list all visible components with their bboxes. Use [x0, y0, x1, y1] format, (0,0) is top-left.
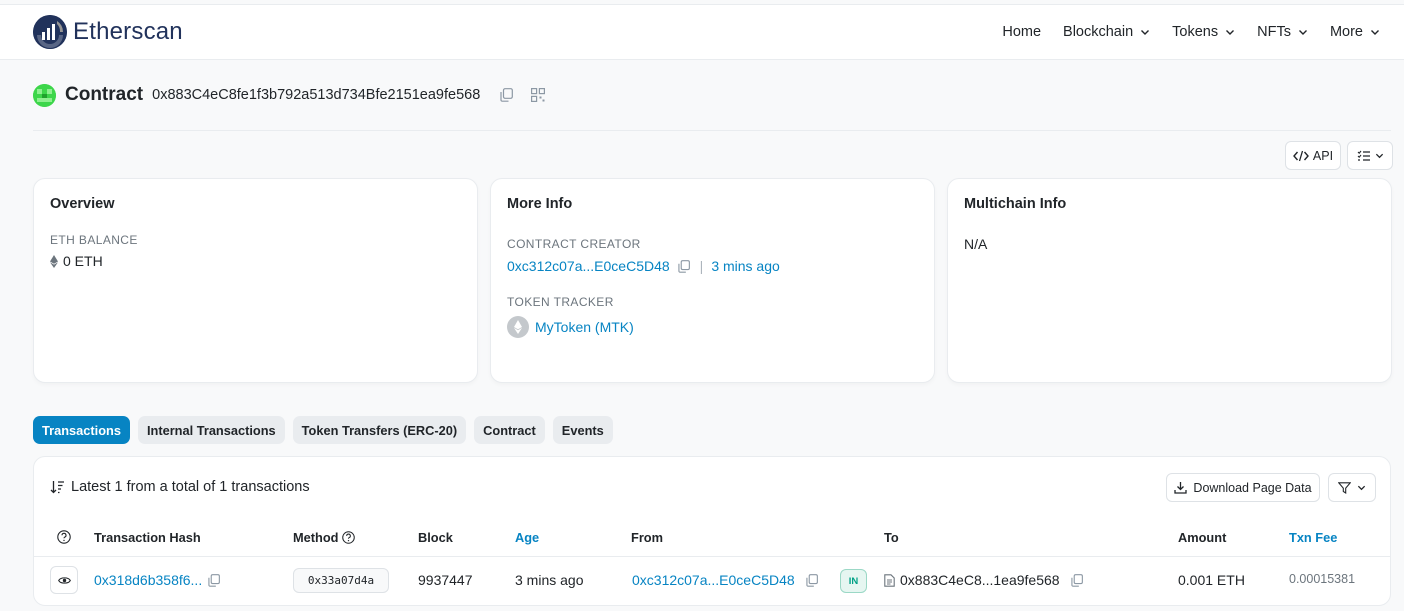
- contract-header: Contract 0x883C4eC8fe1f3b792a513d734Bfe2…: [33, 82, 546, 108]
- filter-icon: [1338, 481, 1351, 494]
- copy-icon[interactable]: [806, 573, 818, 587]
- table-row-to: 0x883C4eC8...1ea9fe568: [884, 572, 1083, 588]
- tab-internal-transactions[interactable]: Internal Transactions: [137, 416, 285, 444]
- etherscan-logo[interactable]: Etherscan: [33, 15, 183, 49]
- checklist-icon: [1357, 150, 1370, 161]
- transactions-summary-text: Latest 1 from a total of 1 transactions: [71, 479, 310, 495]
- page-title: Contract: [65, 84, 144, 105]
- sort-icon: [50, 481, 64, 494]
- from-address-link[interactable]: 0xc312c07a...E0ceC5D48: [632, 572, 795, 588]
- tx-hash-link[interactable]: 0x318d6b358f6...: [94, 572, 202, 588]
- more-info-title: More Info: [507, 196, 573, 212]
- col-block: Block: [418, 530, 453, 545]
- tab-token-transfers[interactable]: Token Transfers (ERC-20): [292, 416, 467, 444]
- col-amount: Amount: [1178, 530, 1227, 545]
- contract-avatar: [33, 83, 56, 107]
- table-row-hash: 0x318d6b358f6...: [94, 572, 221, 588]
- creator-address-link[interactable]: 0xc312c07a...E0ceC5D48: [507, 258, 670, 274]
- nav-nfts-label: NFTs: [1257, 24, 1291, 40]
- transactions-summary: Latest 1 from a total of 1 transactions: [50, 479, 310, 495]
- overview-title: Overview: [50, 196, 115, 212]
- col-method-label: Method: [293, 530, 339, 545]
- col-txn-fee[interactable]: Txn Fee: [1289, 530, 1337, 545]
- nav-home-label: Home: [1002, 24, 1042, 40]
- nav-nfts[interactable]: NFTs: [1257, 24, 1308, 40]
- contract-address[interactable]: 0x883C4eC8fe1f3b792a513d734Bfe2151ea9fe5…: [152, 87, 480, 103]
- tx-fee: 0.00015381: [1289, 572, 1356, 586]
- filter-button[interactable]: [1328, 473, 1376, 502]
- contract-creator-label: CONTRACT CREATOR: [507, 237, 641, 251]
- chevron-down-icon: [1375, 153, 1383, 159]
- eth-balance: 0 ETH: [50, 253, 461, 269]
- code-icon: [1292, 150, 1309, 161]
- chevron-down-icon: [1357, 485, 1366, 491]
- download-label: Download Page Data: [1193, 480, 1312, 495]
- etherscan-logo-icon: [33, 15, 67, 49]
- method-badge: 0x33a07d4a: [293, 568, 389, 593]
- contract-creator: 0xc312c07a...E0ceC5D48 | 3 mins ago: [507, 258, 918, 274]
- qr-code-icon[interactable]: [530, 87, 546, 103]
- nav-tokens[interactable]: Tokens: [1172, 24, 1235, 40]
- table-row-from: 0xc312c07a...E0ceC5D48: [632, 572, 818, 588]
- contract-file-icon: [884, 573, 895, 587]
- col-age[interactable]: Age: [515, 530, 539, 545]
- copy-icon[interactable]: [678, 259, 690, 273]
- more-info-card: More Info CONTRACT CREATOR 0xc312c07a...…: [490, 178, 935, 383]
- eye-icon: [57, 576, 71, 584]
- tx-age: 3 mins ago: [515, 572, 584, 588]
- multichain-title: Multichain Info: [964, 196, 1067, 212]
- api-button[interactable]: API: [1285, 141, 1341, 170]
- token-tracker-label: TOKEN TRACKER: [507, 295, 614, 309]
- chevron-down-icon: [1371, 30, 1379, 35]
- nav-blockchain[interactable]: Blockchain: [1063, 24, 1150, 40]
- api-button-label: API: [1312, 148, 1334, 163]
- nav-blockchain-label: Blockchain: [1063, 24, 1134, 40]
- brand-name: Etherscan: [73, 18, 183, 45]
- overview-card: Overview ETH BALANCE 0 ETH: [33, 178, 478, 383]
- table-header-divider: [34, 556, 1390, 557]
- col-method: Method: [293, 530, 355, 545]
- help-icon[interactable]: [57, 530, 71, 544]
- block-link[interactable]: 9937447: [418, 572, 473, 588]
- list-options-button[interactable]: [1347, 141, 1393, 170]
- tab-events[interactable]: Events: [552, 416, 613, 444]
- eth-balance-value: 0 ETH: [63, 253, 103, 269]
- token-icon: [507, 316, 529, 338]
- col-to: To: [884, 530, 899, 545]
- view-details-button[interactable]: [50, 566, 78, 594]
- tab-bar: Transactions Internal Transactions Token…: [33, 416, 613, 444]
- to-address: 0x883C4eC8...1ea9fe568: [900, 572, 1060, 588]
- tab-contract[interactable]: Contract: [474, 416, 545, 444]
- nav-tokens-label: Tokens: [1172, 24, 1219, 40]
- copy-icon[interactable]: [498, 87, 514, 103]
- chevron-down-icon: [1298, 30, 1307, 35]
- download-icon: [1174, 482, 1188, 494]
- token-tracker: MyToken (MTK): [507, 316, 918, 338]
- creation-tx-link[interactable]: 3 mins ago: [711, 258, 779, 274]
- direction-badge: IN: [840, 569, 867, 593]
- top-navbar: Etherscan Home Blockchain Tokens NFTs Mo…: [0, 4, 1404, 60]
- header-divider: [33, 130, 1391, 131]
- main-nav: Home Blockchain Tokens NFTs More: [1002, 5, 1380, 59]
- nav-more[interactable]: More: [1330, 24, 1380, 40]
- col-from: From: [631, 530, 663, 545]
- nav-more-label: More: [1329, 24, 1363, 40]
- col-transaction-hash: Transaction Hash: [94, 530, 201, 545]
- help-icon[interactable]: [341, 531, 355, 544]
- ethereum-icon: [50, 254, 58, 268]
- copy-icon[interactable]: [1070, 573, 1083, 587]
- creator-separator: |: [699, 258, 704, 274]
- copy-icon[interactable]: [208, 573, 221, 587]
- eth-balance-label: ETH BALANCE: [50, 233, 138, 247]
- chevron-down-icon: [1141, 30, 1150, 35]
- transactions-card: Latest 1 from a total of 1 transactions …: [33, 456, 1391, 606]
- nav-home[interactable]: Home: [1002, 24, 1041, 40]
- tab-transactions[interactable]: Transactions: [33, 416, 130, 444]
- chevron-down-icon: [1226, 30, 1235, 35]
- download-page-data-button[interactable]: Download Page Data: [1166, 473, 1320, 502]
- multichain-value: N/A: [964, 236, 988, 252]
- tx-amount: 0.001 ETH: [1178, 572, 1245, 588]
- token-tracker-link[interactable]: MyToken (MTK): [535, 319, 634, 335]
- multichain-info-card: Multichain Info N/A: [947, 178, 1392, 383]
